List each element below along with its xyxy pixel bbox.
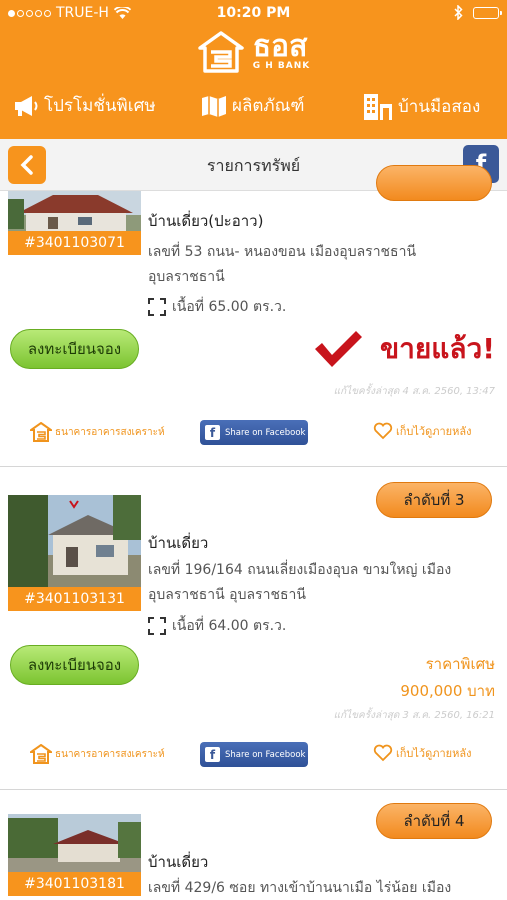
- area-icon: [148, 298, 166, 316]
- share-label: Share on Facebook: [225, 427, 306, 438]
- battery-icon: [473, 6, 502, 19]
- save-label: เก็บไว้ดูภายหลัง: [396, 747, 472, 760]
- address-line-2: อุบลราชธานี: [148, 269, 225, 285]
- brand-sub: G H BANK: [252, 61, 311, 71]
- register-button[interactable]: ลงทะเบียนจอง: [10, 645, 139, 685]
- app-header: TRUE-H 10:20 PM ธอส G H BANK โปรโมชั่นพิ…: [0, 0, 507, 139]
- save-for-later-link[interactable]: เก็บไว้ดูภายหลัง: [373, 422, 472, 440]
- area-value: เนื้อที่ 64.00 ตร.ว.: [172, 618, 287, 634]
- property-area: เนื้อที่ 65.00 ตร.ว.: [148, 296, 286, 318]
- property-type: บ้านเดี่ยว(ปะอาว): [148, 212, 264, 230]
- area-icon: [148, 617, 166, 635]
- status-bar: TRUE-H 10:20 PM: [0, 0, 507, 28]
- listing-item: ลำดับที่ 3 #3401103131 บ้านเดี่ยว เลขที่…: [0, 467, 507, 789]
- rank-badge[interactable]: [376, 165, 492, 201]
- map-icon: [202, 95, 226, 117]
- ghbank-link[interactable]: ธนาคารอาคารสงเคราะห์: [30, 422, 165, 442]
- property-type: บ้านเดี่ยว: [148, 853, 209, 871]
- rank-badge[interactable]: ลำดับที่ 3: [376, 482, 492, 518]
- heart-icon: [373, 744, 393, 762]
- special-price-value: 900,000 บาท: [400, 682, 495, 700]
- nav-promotion-label: โปรโมชั่นพิเศษ: [44, 96, 156, 116]
- property-photo[interactable]: [8, 495, 141, 587]
- listing-item: #3401103071 บ้านเดี่ยว(ปะอาว) เลขที่ 53 …: [0, 165, 507, 466]
- share-facebook-button[interactable]: f Share on Facebook: [200, 742, 308, 767]
- listing-item: ลำดับที่ 4 #3401103181 บ้านเดี่ยว เลขที่…: [0, 790, 507, 900]
- property-address: เลขที่ 429/6 ซอย ทางเข้าบ้านนาเมือ ไร่น้…: [148, 876, 488, 900]
- ghbank-small-icon: [30, 744, 52, 764]
- nav-products-label: ผลิตภัณฑ์: [232, 96, 305, 116]
- address-line-1: เลขที่ 53 ถนน- หนองขอน เมืองอุบลราชธานี: [148, 244, 417, 260]
- ghbank-link[interactable]: ธนาคารอาคารสงเคราะห์: [30, 744, 165, 764]
- register-button[interactable]: ลงทะเบียนจอง: [10, 329, 139, 369]
- property-type: บ้านเดี่ยว: [148, 534, 209, 552]
- status-right: [454, 5, 502, 20]
- property-photo[interactable]: [8, 191, 141, 231]
- address-line-1: เลขที่ 429/6 ซอย ทางเข้าบ้านนาเมือ ไร่น้…: [148, 880, 452, 896]
- bluetooth-icon: [454, 5, 463, 20]
- special-price-label: ราคาพิเศษ: [425, 655, 495, 673]
- nav-second-hand[interactable]: บ้านมือสอง: [362, 92, 480, 120]
- ghbank-link-label: ธนาคารอาคารสงเคราะห์: [55, 426, 165, 438]
- nav-products[interactable]: ผลิตภัณฑ์: [200, 92, 305, 119]
- brand-name: ธอส: [252, 29, 308, 64]
- nav-promotion[interactable]: โปรโมชั่นพิเศษ: [12, 92, 156, 119]
- main-nav: โปรโมชั่นพิเศษ ผลิตภัณฑ์ บ้านมือสอง: [0, 84, 507, 126]
- action-row: ธนาคารอาคารสงเคราะห์ f Share on Facebook…: [0, 742, 507, 770]
- address-line-2: อุบลราชธานี อุบลราชธานี: [148, 587, 306, 603]
- heart-icon: [373, 422, 393, 440]
- megaphone-icon: [15, 95, 38, 116]
- ghbank-link-label: ธนาคารอาคารสงเคราะห์: [55, 748, 165, 760]
- facebook-small-icon: f: [205, 747, 220, 762]
- updated-timestamp: แก้ไขครั้งล่าสุด 4 ส.ค. 2560, 13:47: [333, 386, 495, 397]
- property-code: #3401103181: [8, 872, 141, 896]
- share-label: Share on Facebook: [225, 749, 306, 760]
- action-row: ธนาคารอาคารสงเคราะห์ f Share on Facebook…: [0, 420, 507, 448]
- sold-indicator: ขายแล้ว!: [312, 327, 495, 371]
- ghbank-small-icon: [30, 422, 52, 442]
- area-value: เนื้อที่ 65.00 ตร.ว.: [172, 299, 287, 315]
- ghbank-logo: ธอส G H BANK: [0, 30, 507, 74]
- save-for-later-link[interactable]: เก็บไว้ดูภายหลัง: [373, 744, 472, 762]
- property-photo[interactable]: [8, 814, 141, 874]
- ghbank-house-icon: [197, 31, 244, 73]
- brand-text: ธอส G H BANK: [252, 29, 311, 72]
- property-code: #3401103131: [8, 587, 141, 611]
- rank-badge[interactable]: ลำดับที่ 4: [376, 803, 492, 839]
- nav-second-hand-label: บ้านมือสอง: [398, 96, 481, 117]
- share-facebook-button[interactable]: f Share on Facebook: [200, 420, 308, 445]
- property-address: เลขที่ 196/164 ถนนเลี่ยงเมืองอุบล ขามใหญ…: [148, 558, 478, 608]
- save-label: เก็บไว้ดูภายหลัง: [396, 425, 472, 438]
- property-address: เลขที่ 53 ถนน- หนองขอน เมืองอุบลราชธานี …: [148, 240, 478, 290]
- property-area: เนื้อที่ 64.00 ตร.ว.: [148, 615, 286, 637]
- address-line-1: เลขที่ 196/164 ถนนเลี่ยงเมืองอุบล ขามใหญ…: [148, 562, 452, 578]
- property-code: #3401103071: [8, 231, 141, 255]
- status-time: 10:20 PM: [216, 5, 291, 21]
- sold-label: ขายแล้ว!: [380, 332, 495, 365]
- building-icon: [364, 94, 392, 120]
- updated-timestamp: แก้ไขครั้งล่าสุด 3 ส.ค. 2560, 16:21: [333, 710, 495, 721]
- checkmark-icon: [315, 331, 363, 367]
- facebook-small-icon: f: [205, 425, 220, 440]
